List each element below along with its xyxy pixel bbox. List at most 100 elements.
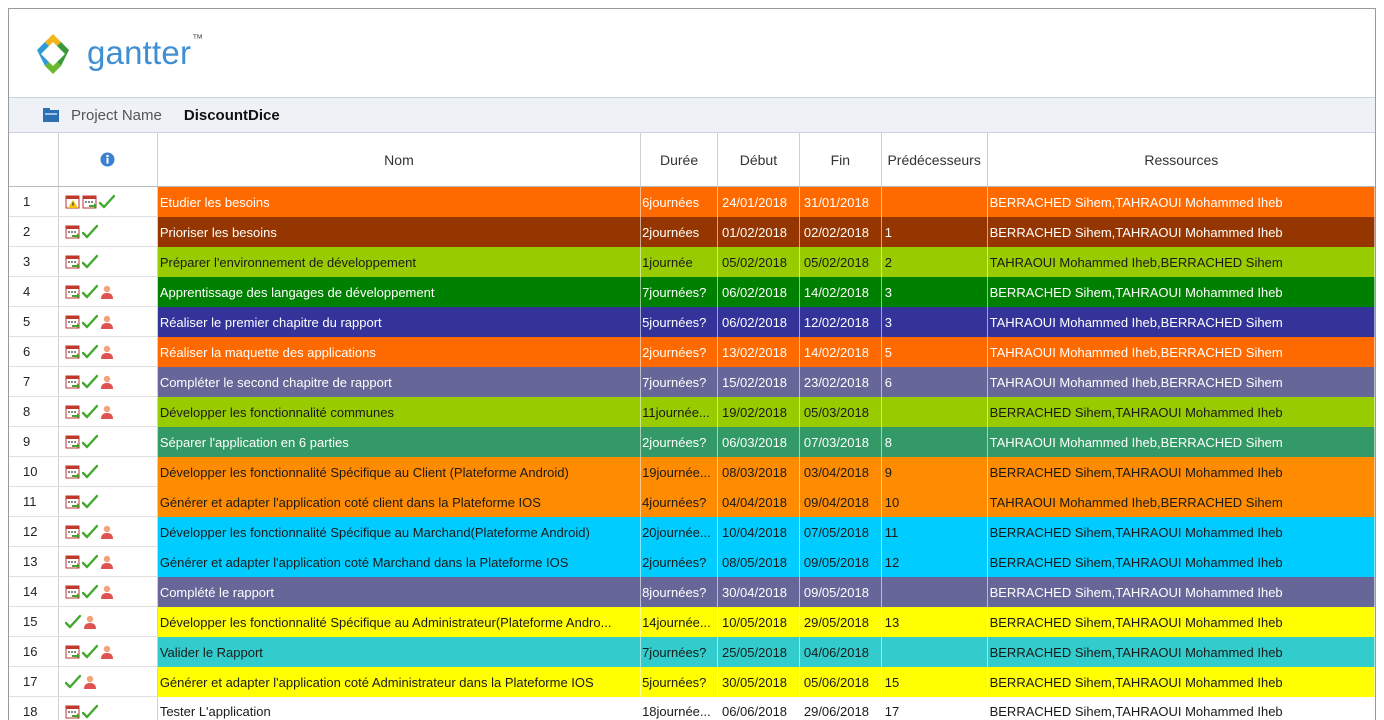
task-row[interactable]: 17 Générer et adapter l'application coté … xyxy=(9,667,1375,697)
task-resources[interactable]: BERRACHED Sihem,TAHRAOUI Mohammed Iheb xyxy=(987,607,1375,637)
task-name[interactable]: Apprentissage des langages de développem… xyxy=(157,277,642,307)
task-name[interactable]: Développer les fonctionnalité Spécifique… xyxy=(157,457,642,487)
task-resources[interactable]: BERRACHED Sihem,TAHRAOUI Mohammed Iheb xyxy=(987,277,1375,307)
task-name[interactable]: Réaliser la maquette des applications xyxy=(157,337,642,367)
task-finish[interactable]: 23/02/2018 xyxy=(799,367,882,397)
task-start[interactable]: 08/05/2018 xyxy=(717,547,800,577)
task-name[interactable]: Prioriser les besoins xyxy=(157,217,642,247)
row-number[interactable]: 1 xyxy=(9,187,59,217)
task-duration[interactable]: 11journée... xyxy=(641,397,718,427)
task-row[interactable]: 15 Développer les fonctionnalité Spécifiq… xyxy=(9,607,1375,637)
row-number[interactable]: 18 xyxy=(9,697,59,720)
task-row[interactable]: 12 Développer les fonctionnalité Spécifiq… xyxy=(9,517,1375,547)
task-predecessors[interactable]: 10 xyxy=(881,487,988,517)
row-number[interactable]: 9 xyxy=(9,427,59,457)
task-finish[interactable]: 05/02/2018 xyxy=(799,247,882,277)
task-start[interactable]: 01/02/2018 xyxy=(717,217,800,247)
task-predecessors[interactable]: 11 xyxy=(881,517,988,547)
row-number[interactable]: 8 xyxy=(9,397,59,427)
task-resources[interactable]: TAHRAOUI Mohammed Iheb,BERRACHED Sihem xyxy=(987,487,1375,517)
task-predecessors[interactable]: 13 xyxy=(881,607,988,637)
task-resources[interactable]: BERRACHED Sihem,TAHRAOUI Mohammed Iheb xyxy=(987,577,1375,607)
task-row[interactable]: 13 Générer et adapter l'application coté … xyxy=(9,547,1375,577)
task-name[interactable]: Réaliser le premier chapitre du rapport xyxy=(157,307,642,337)
task-start[interactable]: 25/05/2018 xyxy=(717,637,800,667)
task-resources[interactable]: TAHRAOUI Mohammed Iheb,BERRACHED Sihem xyxy=(987,427,1375,457)
task-finish[interactable]: 09/04/2018 xyxy=(799,487,882,517)
column-header-fin[interactable]: Fin xyxy=(800,133,882,186)
task-duration[interactable]: 1journée xyxy=(641,247,718,277)
task-resources[interactable]: TAHRAOUI Mohammed Iheb,BERRACHED Sihem xyxy=(987,337,1375,367)
task-start[interactable]: 13/02/2018 xyxy=(717,337,800,367)
task-row[interactable]: 4 Apprentissage des langages de développe… xyxy=(9,277,1375,307)
task-finish[interactable]: 02/02/2018 xyxy=(799,217,882,247)
row-number[interactable]: 3 xyxy=(9,247,59,277)
task-row[interactable]: 18 Tester L'application 18journée... 06/06/… xyxy=(9,697,1375,720)
task-resources[interactable]: TAHRAOUI Mohammed Iheb,BERRACHED Sihem xyxy=(987,247,1375,277)
task-finish[interactable]: 29/06/2018 xyxy=(799,697,882,720)
task-row[interactable]: 5 Réaliser le premier chapitre du rapport… xyxy=(9,307,1375,337)
task-name[interactable]: Complété le rapport xyxy=(157,577,642,607)
task-predecessors[interactable]: 2 xyxy=(881,247,988,277)
task-finish[interactable]: 07/05/2018 xyxy=(799,517,882,547)
task-duration[interactable]: 18journée... xyxy=(641,697,718,720)
task-row[interactable]: 11 Générer et adapter l'application coté … xyxy=(9,487,1375,517)
task-start[interactable]: 04/04/2018 xyxy=(717,487,800,517)
task-start[interactable]: 06/02/2018 xyxy=(717,277,800,307)
task-name[interactable]: Générer et adapter l'application coté Ma… xyxy=(157,547,642,577)
task-resources[interactable]: BERRACHED Sihem,TAHRAOUI Mohammed Iheb xyxy=(987,457,1375,487)
task-predecessors[interactable]: 1 xyxy=(881,217,988,247)
task-resources[interactable]: TAHRAOUI Mohammed Iheb,BERRACHED Sihem xyxy=(987,307,1375,337)
task-resources[interactable]: BERRACHED Sihem,TAHRAOUI Mohammed Iheb xyxy=(987,547,1375,577)
task-duration[interactable]: 6journées xyxy=(641,187,718,217)
task-finish[interactable]: 04/06/2018 xyxy=(799,637,882,667)
task-duration[interactable]: 20journée... xyxy=(641,517,718,547)
row-number[interactable]: 16 xyxy=(9,637,59,667)
task-name[interactable]: Développer les fonctionnalité Spécifique… xyxy=(157,517,642,547)
task-row[interactable]: 16 Valider le Rapport 7journées? 25/05/2018… xyxy=(9,637,1375,667)
task-name[interactable]: Générer et adapter l'application coté Ad… xyxy=(157,667,642,697)
task-predecessors[interactable] xyxy=(881,187,988,217)
task-resources[interactable]: BERRACHED Sihem,TAHRAOUI Mohammed Iheb xyxy=(987,667,1375,697)
task-row[interactable]: 7 Compléter le second chapitre de rapport… xyxy=(9,367,1375,397)
task-resources[interactable]: BERRACHED Sihem,TAHRAOUI Mohammed Iheb xyxy=(987,697,1375,720)
task-predecessors[interactable]: 17 xyxy=(881,697,988,720)
task-name[interactable]: Compléter le second chapitre de rapport xyxy=(157,367,642,397)
task-row[interactable]: 8 Développer les fonctionnalité communes 1… xyxy=(9,397,1375,427)
task-start[interactable]: 08/03/2018 xyxy=(717,457,800,487)
task-row[interactable]: 10 Développer les fonctionnalité Spécifiq… xyxy=(9,457,1375,487)
task-duration[interactable]: 7journées? xyxy=(641,637,718,667)
task-predecessors[interactable]: 9 xyxy=(881,457,988,487)
task-finish[interactable]: 14/02/2018 xyxy=(799,337,882,367)
task-duration[interactable]: 2journées? xyxy=(641,337,718,367)
task-duration[interactable]: 19journée... xyxy=(641,457,718,487)
task-duration[interactable]: 5journées? xyxy=(641,307,718,337)
row-number[interactable]: 14 xyxy=(9,577,59,607)
row-number[interactable]: 10 xyxy=(9,457,59,487)
task-name[interactable]: Développer les fonctionnalité communes xyxy=(157,397,642,427)
task-finish[interactable]: 07/03/2018 xyxy=(799,427,882,457)
row-number[interactable]: 6 xyxy=(9,337,59,367)
task-predecessors[interactable] xyxy=(881,577,988,607)
task-predecessors[interactable] xyxy=(881,637,988,667)
task-start[interactable]: 06/03/2018 xyxy=(717,427,800,457)
task-row[interactable]: 14 Complété le rapport 8journées? 30/04/201… xyxy=(9,577,1375,607)
task-name[interactable]: Générer et adapter l'application coté cl… xyxy=(157,487,642,517)
task-start[interactable]: 30/05/2018 xyxy=(717,667,800,697)
task-row[interactable]: 1 Etudier les besoins 6journées 24/01/2018 3… xyxy=(9,187,1375,217)
row-number[interactable]: 7 xyxy=(9,367,59,397)
task-duration[interactable]: 8journées? xyxy=(641,577,718,607)
row-number[interactable]: 2 xyxy=(9,217,59,247)
task-name[interactable]: Tester L'application xyxy=(157,697,642,720)
project-name-value[interactable]: DiscountDice xyxy=(184,107,280,124)
task-predecessors[interactable]: 3 xyxy=(881,277,988,307)
task-start[interactable]: 10/05/2018 xyxy=(717,607,800,637)
task-predecessors[interactable]: 5 xyxy=(881,337,988,367)
task-finish[interactable]: 09/05/2018 xyxy=(799,547,882,577)
row-number[interactable]: 5 xyxy=(9,307,59,337)
task-start[interactable]: 24/01/2018 xyxy=(717,187,800,217)
column-header-duree[interactable]: Durée xyxy=(641,133,718,186)
task-predecessors[interactable]: 8 xyxy=(881,427,988,457)
row-number[interactable]: 11 xyxy=(9,487,59,517)
column-header-ressources[interactable]: Ressources xyxy=(988,133,1375,186)
